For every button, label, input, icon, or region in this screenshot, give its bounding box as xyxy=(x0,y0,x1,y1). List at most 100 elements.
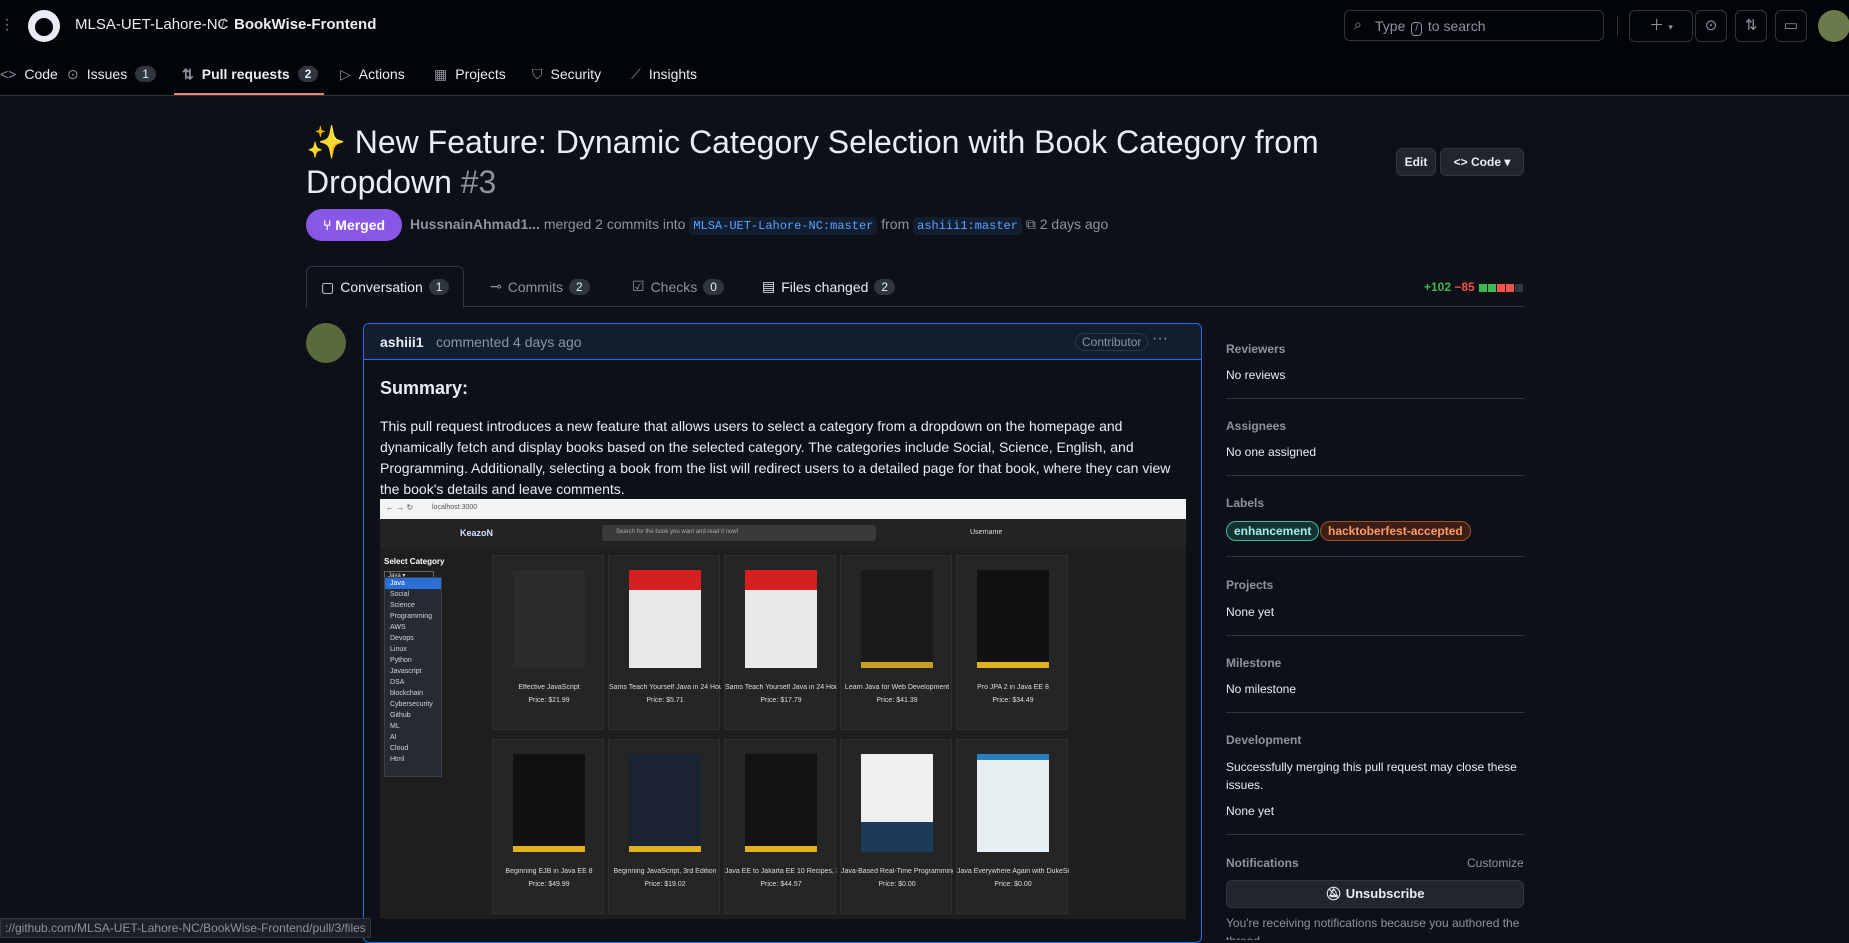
search-icon: ⌕ xyxy=(1354,16,1362,32)
file-diff-icon: ▤ xyxy=(762,278,776,294)
tab-checks[interactable]: ☑ Checks 0 xyxy=(618,266,738,307)
book-cover xyxy=(513,754,585,852)
book-title: Sams Teach Yourself Java in 24 Hours,... xyxy=(609,684,721,691)
checklist-icon: ☑ xyxy=(632,278,645,294)
tab-commits[interactable]: ⊸ Commits 2 xyxy=(476,266,604,307)
nav-code[interactable]: <> Code xyxy=(0,62,58,86)
book-cover xyxy=(977,754,1049,852)
tab-label: Conversation xyxy=(340,279,423,295)
book-title: Java Everywhere Again with DukeScript xyxy=(957,868,1069,875)
menu-icon[interactable]: ⋮ xyxy=(0,16,14,36)
commit-icon: ⊸ xyxy=(490,278,502,294)
merge-text: merged 2 commits into xyxy=(543,216,686,232)
comment-timestamp[interactable]: commented 4 days ago xyxy=(436,334,582,350)
repo-owner-link[interactable]: MLSA-UET-Lahore-NC xyxy=(75,16,228,33)
create-new-button[interactable]: ＋ ▾ xyxy=(1629,10,1693,42)
code-icon: <> xyxy=(0,66,17,82)
deletions: −85 xyxy=(1454,280,1475,294)
code-button[interactable]: <> Code ▾ xyxy=(1440,148,1524,176)
issues-icon[interactable]: ⊙ xyxy=(1695,10,1727,42)
diff-box xyxy=(1479,283,1488,292)
pr-meta: HussnainAhmad1... merged 2 commits into … xyxy=(410,216,1108,235)
book-cover xyxy=(861,570,933,668)
table-icon: ▦ xyxy=(434,65,448,82)
diff-box xyxy=(1488,283,1497,292)
projects-heading[interactable]: Projects xyxy=(1226,578,1273,592)
book-card: Pro JPA 2 in Java EE 8 Price: $34.49 xyxy=(956,555,1068,730)
page-title: ✨ New Feature: Dynamic Category Selectio… xyxy=(306,122,1346,202)
head-branch[interactable]: ashiii1:master xyxy=(913,217,1022,235)
pull-requests-icon[interactable]: ⇅ xyxy=(1735,10,1767,42)
tab-conversation[interactable]: ▢ Conversation 1 xyxy=(306,266,465,308)
book-title: Learn Java for Web Development xyxy=(844,684,950,691)
pr-title-text: New Feature: Dynamic Category Selection … xyxy=(306,124,1319,200)
brand-logo: KeazoN xyxy=(460,528,494,538)
divider xyxy=(1617,16,1618,36)
dropdown-option: Github xyxy=(390,712,411,719)
book-card: Java-Based Real-Time Programming Price: $… xyxy=(840,739,953,914)
github-logo-icon[interactable] xyxy=(28,10,60,42)
tab-count: 2 xyxy=(568,278,590,295)
label-enhancement[interactable]: enhancement xyxy=(1226,521,1320,541)
customize-link[interactable]: Customize xyxy=(1467,856,1524,870)
milestone-heading[interactable]: Milestone xyxy=(1226,656,1281,670)
notifications-heading: Notifications xyxy=(1226,856,1299,870)
development-heading[interactable]: Development xyxy=(1226,733,1301,747)
book-price: Price: $17.79 xyxy=(760,697,802,704)
active-nav-indicator xyxy=(174,93,324,95)
reviewers-value: No reviews xyxy=(1226,368,1286,382)
shield-icon: ⛉ xyxy=(532,65,543,82)
comment-header: ashiii1 commented 4 days ago Contributor… xyxy=(364,324,1201,360)
unsubscribe-label: Unsubscribe xyxy=(1345,886,1425,901)
comment-author[interactable]: ashiii1 xyxy=(380,334,424,350)
dropdown-option: Javascript xyxy=(390,668,422,675)
issue-icon: ⊙ xyxy=(67,65,79,82)
user-avatar[interactable] xyxy=(1818,10,1849,42)
nav-issues[interactable]: ⊙ Issues 1 xyxy=(67,62,156,86)
dropdown-option: ML xyxy=(390,723,400,730)
additions: +102 xyxy=(1424,280,1452,294)
nav-label: Actions xyxy=(358,66,405,82)
app-username: Username xyxy=(970,529,1003,536)
book-cover xyxy=(513,570,585,668)
nav-actions[interactable]: ▷ Actions xyxy=(340,62,405,86)
book-card: Beginning JavaScript, 3rd Edition Price: … xyxy=(608,739,720,914)
base-branch[interactable]: MLSA-UET-Lahore-NC:master xyxy=(689,217,878,235)
book-price: Price: $5.71 xyxy=(646,697,684,704)
search-prefix: Type xyxy=(1375,18,1406,34)
divider xyxy=(1226,712,1524,713)
tab-files-changed[interactable]: ▤ Files changed 2 xyxy=(748,266,909,307)
copy-icon[interactable]: ⧉ xyxy=(1026,216,1036,232)
unsubscribe-button[interactable]: 🔕︎ Unsubscribe xyxy=(1226,880,1524,908)
book-card: Learn Java for Web Development Price: $41… xyxy=(840,555,952,730)
nav-projects[interactable]: ▦ Projects xyxy=(434,62,506,86)
book-card: Sams Teach Yourself Java in 24 Hours,...… xyxy=(608,555,721,730)
reviewers-heading[interactable]: Reviewers xyxy=(1226,342,1285,356)
commenter-avatar[interactable] xyxy=(306,323,346,363)
dropdown-option: Java xyxy=(385,578,441,589)
dropdown-option: DSA xyxy=(390,679,405,686)
search-input[interactable]: ⌕ Type / to search xyxy=(1344,10,1604,41)
embedded-screenshot[interactable]: ← → ↻ localhost:3000 KeazoN Search for t… xyxy=(380,499,1186,919)
nav-insights[interactable]: ⟋ Insights xyxy=(631,62,697,86)
assignees-heading[interactable]: Assignees xyxy=(1226,419,1286,433)
label-hacktoberfest-accepted[interactable]: hacktoberfest-accepted xyxy=(1320,521,1471,541)
tab-label: Commits xyxy=(507,278,563,295)
labels-heading[interactable]: Labels xyxy=(1226,496,1264,510)
book-price: Price: $49.99 xyxy=(528,881,570,888)
kebab-menu-icon[interactable]: ··· xyxy=(1152,330,1168,348)
nav-label: Pull requests xyxy=(201,66,290,82)
code-button-label: Code xyxy=(1471,155,1501,169)
diff-box xyxy=(1506,283,1515,292)
category-dropdown: Java Social Science Programming AWS Devo… xyxy=(384,577,442,777)
merger-link[interactable]: HussnainAhmad1... xyxy=(410,216,540,232)
dropdown-option: Social xyxy=(390,591,410,598)
nav-pull-requests[interactable]: ⇅ Pull requests 2 xyxy=(182,62,319,86)
comment-body: This pull request introduces a new featu… xyxy=(380,418,1171,497)
book-title: Pro JPA 2 in Java EE 8 xyxy=(977,684,1049,691)
nav-security[interactable]: ⛉ Security xyxy=(532,62,601,86)
repo-name-link[interactable]: BookWise-Frontend xyxy=(234,16,376,33)
edit-button[interactable]: Edit xyxy=(1396,148,1436,176)
inbox-icon[interactable]: ▭ xyxy=(1775,10,1807,42)
book-card: Sams Teach Yourself Java in 24 Hours,...… xyxy=(724,555,837,730)
